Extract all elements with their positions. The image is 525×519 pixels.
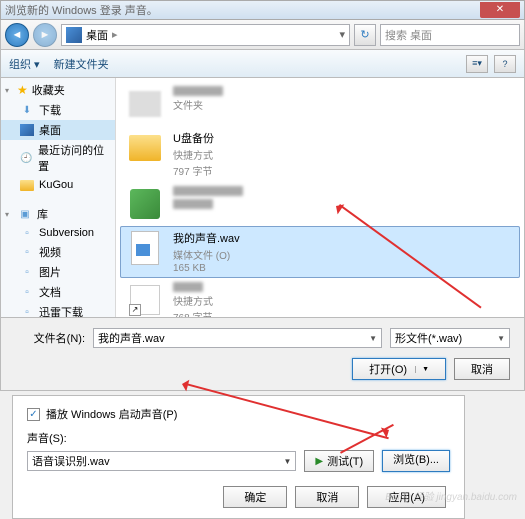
desktop-icon [66,27,82,43]
sidebar-item-kugou[interactable]: KuGou [1,176,115,194]
breadcrumb-drop[interactable]: ▾ [339,28,345,41]
sidebar-item-pictures[interactable]: ▫ 图片 [1,262,115,282]
main-area: ▾ ★ 收藏夹 ⬇ 下载 桌面 🕘 最近访问的位置 KuGou [0,78,525,318]
filetype-filter[interactable]: 形文件(*.wav) ▼ [390,328,510,348]
sidebar-item-desktop[interactable]: 桌面 [1,120,115,140]
watermark: Baidu 经验 jingyan.baidu.com [385,488,517,503]
breadcrumb-location: 桌面 [86,27,108,43]
chevron-down-icon[interactable]: ▼ [415,366,429,373]
file-item[interactable]: U盘备份 快捷方式 797 字节 [120,126,520,182]
chevron-down-icon: ▼ [283,457,291,466]
breadcrumb-sep: ▸ [112,28,118,41]
shortcut-icon [130,285,160,315]
title-bar: 浏览新的 Windows 登录 声音。 ✕ [0,0,525,20]
breadcrumb[interactable]: 桌面 ▸ ▾ [61,24,350,46]
close-button[interactable]: ✕ [480,2,520,18]
sidebar-item-video[interactable]: ▫ 视频 [1,242,115,262]
file-name-blurred [173,186,243,196]
forward-button[interactable]: ► [33,23,57,47]
help-button[interactable]: ? [494,55,516,73]
sidebar-item-recent[interactable]: 🕘 最近访问的位置 [1,140,115,176]
filename-input[interactable]: 我的声音.wav ▼ [93,328,382,348]
sound-label: 声音(S): [27,430,450,446]
sidebar-item-docs[interactable]: ▫ 文档 [1,282,115,302]
window-title: 浏览新的 Windows 登录 声音。 [5,2,158,18]
organize-menu[interactable]: 组织 ▾ [9,56,40,72]
sidebar-item-downloads[interactable]: ⬇ 下载 [1,100,115,120]
xunlei-icon: ▫ [19,305,35,317]
ok-button[interactable]: 确定 [223,486,287,508]
folder-icon [129,135,161,161]
desktop-icon [20,124,34,136]
sound-dropdown[interactable]: 语音误识别.wav ▼ [27,451,296,471]
folder-icon [129,91,161,117]
play-icon: ▶ [315,456,323,467]
file-meta-blurred [173,199,213,209]
open-button[interactable]: 打开(O) ▼ [352,358,446,380]
search-placeholder: 搜索 桌面 [385,27,432,43]
chevron-down-icon: ▼ [497,334,505,343]
download-icon: ⬇ [19,103,35,117]
play-startup-checkbox[interactable]: ✓ [27,408,40,421]
pic-icon: ▫ [19,265,35,279]
file-list: 文件夹 U盘备份 快捷方式 797 字节 我的声音.wav 媒体文件 (O) 1… [116,78,524,317]
app-icon [130,189,160,219]
new-folder-button[interactable]: 新建文件夹 [54,56,109,72]
file-item[interactable]: 文件夹 [120,82,520,126]
test-button[interactable]: ▶ 测试(T) [304,450,374,472]
library-icon: ▣ [17,207,33,221]
browse-button[interactable]: 浏览(B)... [382,450,450,472]
refresh-button[interactable]: ↻ [354,24,376,46]
cancel2-button[interactable]: 取消 [295,486,359,508]
sidebar-library-header[interactable]: ▾ ▣ 库 [1,204,115,224]
toolbar: 组织 ▾ 新建文件夹 ≡▾ ? [0,50,525,78]
star-icon: ★ [17,83,28,97]
cancel-button[interactable]: 取消 [454,358,510,380]
view-mode-button[interactable]: ≡▾ [466,55,488,73]
video-icon: ▫ [19,245,35,259]
search-input[interactable]: 搜索 桌面 [380,24,520,46]
file-name-blurred [173,282,203,292]
filename-panel: 文件名(N): 我的声音.wav ▼ 形文件(*.wav) ▼ 打开(O) ▼ … [0,318,525,391]
sidebar-item-subversion[interactable]: ▫ Subversion [1,224,115,242]
lib-icon: ▫ [19,226,35,240]
file-item-selected[interactable]: 我的声音.wav 媒体文件 (O) 165 KB [120,226,520,278]
file-name-blurred [173,86,223,96]
filename-label: 文件名(N): [15,330,85,346]
sidebar: ▾ ★ 收藏夹 ⬇ 下载 桌面 🕘 最近访问的位置 KuGou [1,78,116,317]
chevron-down-icon: ▼ [369,334,377,343]
back-button[interactable]: ◄ [5,23,29,47]
nav-bar: ◄ ► 桌面 ▸ ▾ ↻ 搜索 桌面 [0,20,525,50]
file-item[interactable]: 快捷方式 768 字节 [120,278,520,317]
doc-icon: ▫ [19,285,35,299]
sidebar-favorites-header[interactable]: ▾ ★ 收藏夹 [1,80,115,100]
sidebar-item-xunlei[interactable]: ▫ 迅雷下载 [1,302,115,317]
recent-icon: 🕘 [19,151,34,165]
play-startup-label: 播放 Windows 启动声音(P) [46,406,177,422]
folder-icon [20,180,34,191]
media-icon [131,231,159,265]
file-item[interactable] [120,182,520,226]
